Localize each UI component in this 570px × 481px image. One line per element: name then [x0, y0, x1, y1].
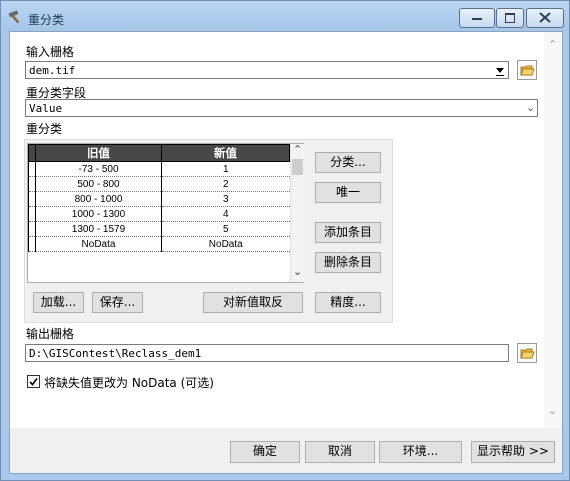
new-value-cell[interactable]: NoData — [161, 236, 290, 252]
folder-icon — [520, 65, 535, 76]
delete-entry-button[interactable]: 删除条目 — [315, 252, 381, 273]
nodata-option-label: 将缺失值更改为 NoData (可选) — [44, 376, 214, 390]
scroll-down-icon[interactable]: ⌄ — [293, 265, 302, 278]
hammer-icon — [8, 10, 20, 24]
table-row[interactable]: NoData NoData — [28, 236, 290, 252]
panel-scrollbar[interactable]: ⌃ ⌄ — [544, 32, 562, 428]
unique-button[interactable]: 唯一 — [315, 182, 381, 203]
show-help-button[interactable]: 显示帮助 >> — [471, 441, 555, 463]
scroll-thumb[interactable] — [292, 159, 303, 175]
maximize-button[interactable] — [496, 8, 524, 28]
table-row[interactable]: 1300 - 1579 5 — [28, 221, 290, 237]
reclassification-group: 旧值 新值 -73 - 500 1 500 - 800 2 800 - 1000 3 … — [24, 139, 393, 323]
save-button[interactable]: 保存... — [92, 292, 143, 313]
title-bar[interactable]: 重分类 — [1, 1, 569, 31]
old-value-header: 旧值 — [35, 144, 162, 162]
ok-button[interactable]: 确定 — [230, 441, 300, 463]
window-title: 重分类 — [28, 13, 65, 27]
new-value-header: 新值 — [161, 144, 290, 162]
row-selector[interactable] — [28, 161, 36, 177]
browse-output-button[interactable] — [517, 343, 537, 363]
close-icon — [539, 12, 551, 23]
parameters-panel: 输入栅格 dem.tif 重分类字段 Value ⌄ 重分类 旧值 新值 -73… — [10, 32, 544, 428]
reclassify-window: 重分类 输入栅格 dem.tif 重分类字段 Value ⌄ 重分类 旧值 新值… — [0, 0, 570, 481]
old-value-cell[interactable]: 500 - 800 — [35, 176, 162, 192]
reclass-table[interactable]: 旧值 新值 -73 - 500 1 500 - 800 2 800 - 1000 3 … — [27, 143, 305, 283]
classify-button[interactable]: 分类... — [315, 152, 381, 173]
table-row[interactable]: 1000 - 1300 4 — [28, 206, 290, 222]
scroll-down-icon[interactable]: ⌄ — [548, 404, 557, 417]
row-selector[interactable] — [28, 176, 36, 192]
new-value-cell[interactable]: 1 — [161, 161, 290, 177]
chevron-down-icon: ⌄ — [526, 101, 536, 114]
close-button[interactable] — [526, 8, 564, 28]
row-header-corner — [28, 144, 36, 162]
old-value-cell[interactable]: -73 - 500 — [35, 161, 162, 177]
scroll-up-icon[interactable]: ⌃ — [548, 38, 557, 51]
table-scrollbar[interactable]: ⌃ ⌄ — [290, 143, 305, 282]
dropdown-arrow-icon[interactable] — [494, 65, 506, 77]
row-selector[interactable] — [28, 236, 36, 252]
row-selector[interactable] — [28, 206, 36, 222]
old-value-cell[interactable]: 1000 - 1300 — [35, 206, 162, 222]
new-value-cell[interactable]: 4 — [161, 206, 290, 222]
reverse-new-values-button[interactable]: 对新值取反 — [203, 292, 303, 313]
environments-button[interactable]: 环境... — [379, 441, 462, 463]
output-raster-field[interactable]: D:\GISContest\Reclass_dem1 — [25, 344, 509, 362]
cancel-button[interactable]: 取消 — [305, 441, 375, 463]
old-value-cell[interactable]: 1300 - 1579 — [35, 221, 162, 237]
load-button[interactable]: 加载... — [33, 292, 84, 313]
input-raster-label: 输入栅格 — [26, 45, 75, 59]
new-value-cell[interactable]: 3 — [161, 191, 290, 207]
table-row[interactable]: -73 - 500 1 — [28, 161, 290, 177]
minimize-icon — [472, 18, 482, 20]
old-value-cell[interactable]: 800 - 1000 — [35, 191, 162, 207]
checkmark-icon — [29, 378, 38, 386]
folder-icon — [520, 348, 535, 359]
browse-input-button[interactable] — [517, 60, 537, 80]
scroll-up-icon[interactable]: ⌃ — [293, 143, 302, 156]
nodata-checkbox[interactable] — [27, 375, 40, 388]
new-value-cell[interactable]: 5 — [161, 221, 290, 237]
input-raster-field[interactable]: dem.tif — [25, 61, 509, 79]
maximize-icon — [505, 13, 515, 23]
dialog-body: 输入栅格 dem.tif 重分类字段 Value ⌄ 重分类 旧值 新值 -73… — [9, 31, 563, 474]
table-row[interactable]: 500 - 800 2 — [28, 176, 290, 192]
output-raster-label: 输出栅格 — [26, 327, 75, 341]
old-value-cell[interactable]: NoData — [35, 236, 162, 252]
precision-button[interactable]: 精度... — [315, 292, 381, 313]
row-selector[interactable] — [28, 191, 36, 207]
new-value-cell[interactable]: 2 — [161, 176, 290, 192]
row-selector[interactable] — [28, 221, 36, 237]
reclassification-label: 重分类 — [26, 122, 63, 136]
reclass-field-select[interactable]: Value — [25, 99, 538, 117]
table-row[interactable]: 800 - 1000 3 — [28, 191, 290, 207]
add-entry-button[interactable]: 添加条目 — [315, 222, 381, 243]
minimize-button[interactable] — [459, 8, 495, 28]
